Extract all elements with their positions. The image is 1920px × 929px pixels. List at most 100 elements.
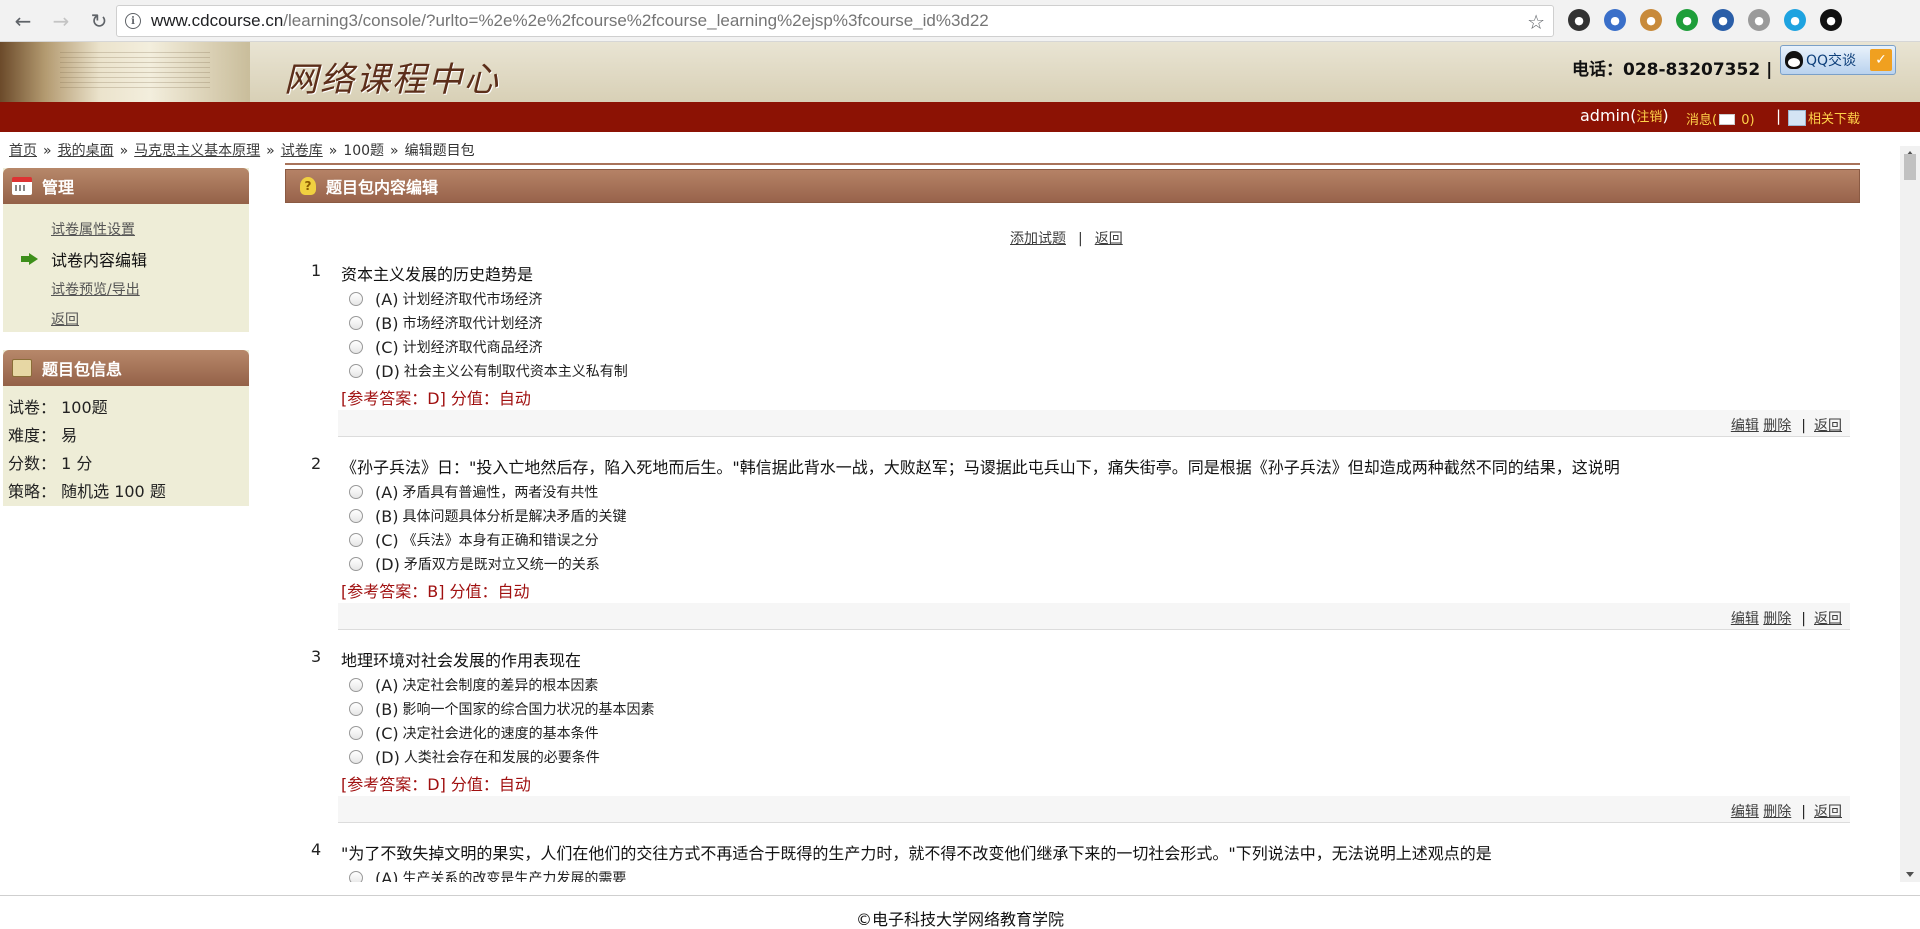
option-text: 影响一个国家的综合国力状况的基本因素 — [402, 702, 655, 718]
option-a[interactable]: (A) 决定社会制度的差异的根本因素 — [349, 675, 598, 695]
grammar-extension-icon[interactable]: ● — [1676, 9, 1698, 31]
option-radio[interactable] — [349, 557, 363, 571]
actions-pipe: | — [1078, 231, 1083, 247]
messages-link[interactable]: 消息( 0) — [1686, 109, 1755, 128]
question-actions-bar: 编辑 删除 | 返回 — [338, 410, 1850, 437]
option-a[interactable]: (A) 生产关系的改变是生产力发展的需要 — [349, 868, 626, 882]
url-text[interactable]: www.cdcourse.cn/learning3/console/?urlto… — [151, 11, 989, 31]
option-letter: (A) — [375, 482, 399, 502]
option-letter: (D) — [375, 554, 400, 574]
return-link[interactable]: 返回 — [1814, 611, 1842, 627]
info-row-strategy: 策略： 随机选 100 题 — [8, 478, 249, 506]
back-link[interactable]: 返回 — [1095, 231, 1123, 247]
sidebar-item-preview-export[interactable]: 试卷预览/导出 — [3, 274, 249, 304]
ops-pipe: | — [1801, 611, 1806, 627]
sidebar-item-label[interactable]: 试卷属性设置 — [51, 219, 135, 239]
info-value: 100题 — [61, 398, 108, 417]
option-radio[interactable] — [349, 726, 363, 740]
manage-menu: 试卷属性设置 试卷内容编辑 试卷预览/导出 返回 — [3, 204, 249, 340]
delete-link[interactable]: 删除 — [1763, 418, 1791, 434]
phone-number: 电话：028-83207352 | — [1572, 55, 1772, 80]
top-actions: 添加试题 | 返回 — [1010, 228, 1123, 248]
breadcrumb-course[interactable]: 马克思主义基本原理 — [134, 143, 260, 159]
info-value: 1 分 — [61, 454, 93, 473]
option-a[interactable]: (A) 矛盾具有普遍性，两者没有共性 — [349, 482, 598, 502]
sidebar-item-label[interactable]: 返回 — [51, 309, 79, 329]
qq-chat-button[interactable]: QQ交谈 ✓ — [1780, 45, 1896, 75]
info-icon[interactable]: i — [125, 13, 141, 29]
option-d[interactable]: (D) 社会主义公有制取代资本主义私有制 — [349, 361, 628, 381]
cookie-extension-icon[interactable]: ● — [1640, 9, 1662, 31]
question-item: 4 "为了不致失掉文明的果实，人们在他们的交往方式不再适合于既得的生产力时，就不… — [300, 840, 1860, 882]
option-b[interactable]: (B) 具体问题具体分析是解决矛盾的关键 — [349, 506, 626, 526]
phone-separator: | — [1766, 60, 1773, 80]
return-link[interactable]: 返回 — [1814, 804, 1842, 820]
option-b[interactable]: (B) 市场经济取代计划经济 — [349, 313, 542, 333]
option-c[interactable]: (C) 《兵法》本身有正确和错误之分 — [349, 530, 599, 550]
footer-text: ©电子科技大学网络教育学院 — [855, 910, 1064, 929]
site-header: 网络课程中心 电话：028-83207352 | QQ交谈 ✓ — [0, 42, 1920, 102]
option-text: 计划经济取代市场经济 — [402, 292, 543, 308]
reload-icon[interactable]: ↻ — [84, 6, 114, 36]
logout-link[interactable]: 注销 — [1636, 110, 1662, 125]
scrollbar-thumb[interactable] — [1904, 154, 1916, 180]
address-bar[interactable]: i www.cdcourse.cn/learning3/console/?url… — [116, 5, 1554, 37]
option-radio[interactable] — [349, 485, 363, 499]
return-link[interactable]: 返回 — [1814, 418, 1842, 434]
option-radio[interactable] — [349, 316, 363, 330]
user-info: admin(注销) — [1580, 106, 1669, 125]
breadcrumb-desktop[interactable]: 我的桌面 — [58, 143, 114, 159]
option-radio[interactable] — [349, 871, 363, 882]
breadcrumb-sep: » — [119, 143, 129, 159]
sidebar-item-back[interactable]: 返回 — [3, 304, 249, 334]
shield-extension-icon[interactable]: ● — [1784, 9, 1806, 31]
package-info-header: 题目包信息 — [3, 350, 249, 386]
forward-arrow-icon[interactable]: → — [46, 6, 76, 36]
option-radio[interactable] — [349, 702, 363, 716]
option-a[interactable]: (A) 计划经济取代市场经济 — [349, 289, 542, 309]
option-c[interactable]: (C) 计划经济取代商品经济 — [349, 337, 543, 357]
breadcrumb-home[interactable]: 首页 — [9, 143, 37, 159]
option-letter: (A) — [375, 868, 399, 883]
breadcrumb-bank[interactable]: 试卷库 — [281, 143, 323, 159]
messages-count: 0 — [1741, 113, 1750, 128]
sidebar-item-content-edit[interactable]: 试卷内容编辑 — [3, 244, 249, 274]
option-b[interactable]: (B) 影响一个国家的综合国力状况的基本因素 — [349, 699, 654, 719]
edit-link[interactable]: 编辑 — [1731, 611, 1759, 627]
option-radio[interactable] — [349, 678, 363, 692]
sidebar-item-label[interactable]: 试卷预览/导出 — [51, 279, 140, 299]
option-radio[interactable] — [349, 533, 363, 547]
option-radio[interactable] — [349, 750, 363, 764]
option-radio[interactable] — [349, 509, 363, 523]
vertical-scrollbar[interactable] — [1900, 146, 1920, 882]
package-info-panel: 题目包信息 试卷： 100题 难度： 易 分数： 1 分 策略： 随机选 100… — [3, 350, 249, 506]
scroll-down-icon[interactable] — [1906, 872, 1914, 877]
messages-prefix: 消息( — [1686, 113, 1718, 128]
option-d[interactable]: (D) 人类社会存在和发展的必要条件 — [349, 747, 600, 767]
option-radio[interactable] — [349, 292, 363, 306]
edit-link[interactable]: 编辑 — [1731, 804, 1759, 820]
translate-extension-icon[interactable]: ● — [1604, 9, 1626, 31]
option-letter: (B) — [375, 699, 399, 719]
option-d[interactable]: (D) 矛盾双方是既对立又统一的关系 — [349, 554, 600, 574]
breadcrumb: 首页 » 我的桌面 » 马克思主义基本原理 » 试卷库 » 100题 » 编辑题目包 — [9, 140, 475, 160]
edit-link[interactable]: 编辑 — [1731, 418, 1759, 434]
bookmark-star-icon[interactable]: ☆ — [1527, 10, 1545, 34]
delete-link[interactable]: 删除 — [1763, 611, 1791, 627]
dark-extension-icon[interactable]: ● — [1820, 9, 1842, 31]
option-c[interactable]: (C) 决定社会进化的速度的基本条件 — [349, 723, 599, 743]
back-arrow-icon[interactable]: ← — [8, 6, 38, 36]
sidebar-item-paper-settings[interactable]: 试卷属性设置 — [3, 214, 249, 244]
add-question-link[interactable]: 添加试题 — [1010, 231, 1066, 247]
globe-extension-icon[interactable]: ● — [1712, 9, 1734, 31]
option-text: 具体问题具体分析是解决矛盾的关键 — [402, 509, 627, 525]
spy-extension-icon[interactable]: ● — [1568, 9, 1590, 31]
question-item: 2 《孙子兵法》日："投入亡地然后存，陷入死地而后生。"韩信据此背水一战，大败赵… — [300, 454, 1860, 630]
option-radio[interactable] — [349, 364, 363, 378]
option-radio[interactable] — [349, 340, 363, 354]
delete-link[interactable]: 删除 — [1763, 804, 1791, 820]
download-link[interactable]: 相关下载 — [1788, 108, 1860, 127]
info-value: 易 — [61, 426, 78, 445]
circle-extension-icon[interactable]: ● — [1748, 9, 1770, 31]
breadcrumb-current: 编辑题目包 — [404, 143, 475, 159]
